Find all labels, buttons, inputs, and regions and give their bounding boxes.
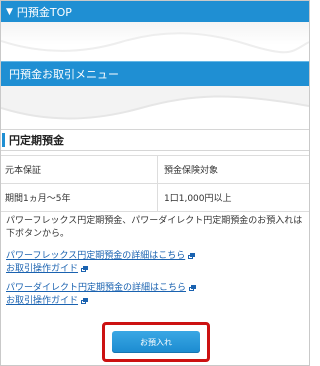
powerdirect-guide-link[interactable]: お取引操作ガイド [6,296,78,306]
section-description: パワーフレックス円定期預金、パワーダイレクト円定期預金のお預入れは下ボタンから。 [6,216,303,239]
top-nav-bar[interactable]: ▼ 円預金TOP [1,1,309,22]
screenshot-frame: ▼ 円預金TOP 円預金お取引メニュー 円定期預金 元本保証 預金保険対象 期間… [0,0,310,366]
deposit-button[interactable]: お預入れ [112,331,200,353]
torn-divider [1,86,309,128]
section-title: 円定期預金 [9,134,64,147]
powerflex-guide-link[interactable]: お取引操作ガイド [6,264,78,274]
powerflex-detail-link[interactable]: パワーフレックス円定期預金の詳細はこちら [6,251,185,261]
table-row: 期間1ヵ月〜5年 1口1,000円以上 [1,183,309,212]
powerflex-links: パワーフレックス円定期預金の詳細はこちら お取引操作ガイド [6,250,196,276]
table-cell: 期間1ヵ月〜5年 [1,183,158,212]
torn-divider [1,32,309,58]
powerdirect-detail-link[interactable]: パワーダイレクト円定期預金の詳細はこちら [6,283,186,293]
heading-accent-bar [2,133,5,147]
external-window-icon[interactable] [81,298,89,304]
external-window-icon[interactable] [188,253,196,259]
menu-bar[interactable]: 円預金お取引メニュー [1,61,309,86]
menu-bar-title: 円預金お取引メニュー [9,68,119,81]
table-row: 元本保証 預金保険対象 [1,155,309,184]
powerdirect-links: パワーダイレクト円定期預金の詳細はこちら お取引操作ガイド [6,282,197,308]
table-cell: 預金保険対象 [157,155,309,184]
external-window-icon[interactable] [189,285,197,291]
table-cell: 1口1,000円以上 [157,183,309,212]
table-cell: 元本保証 [1,155,158,184]
top-nav-title: 円預金TOP [16,5,72,19]
section-heading: 円定期預金 [1,129,309,151]
external-window-icon[interactable] [81,266,89,272]
triangle-down-icon: ▼ [6,6,13,17]
feature-table: 元本保証 預金保険対象 期間1ヵ月〜5年 1口1,000円以上 [1,155,309,212]
